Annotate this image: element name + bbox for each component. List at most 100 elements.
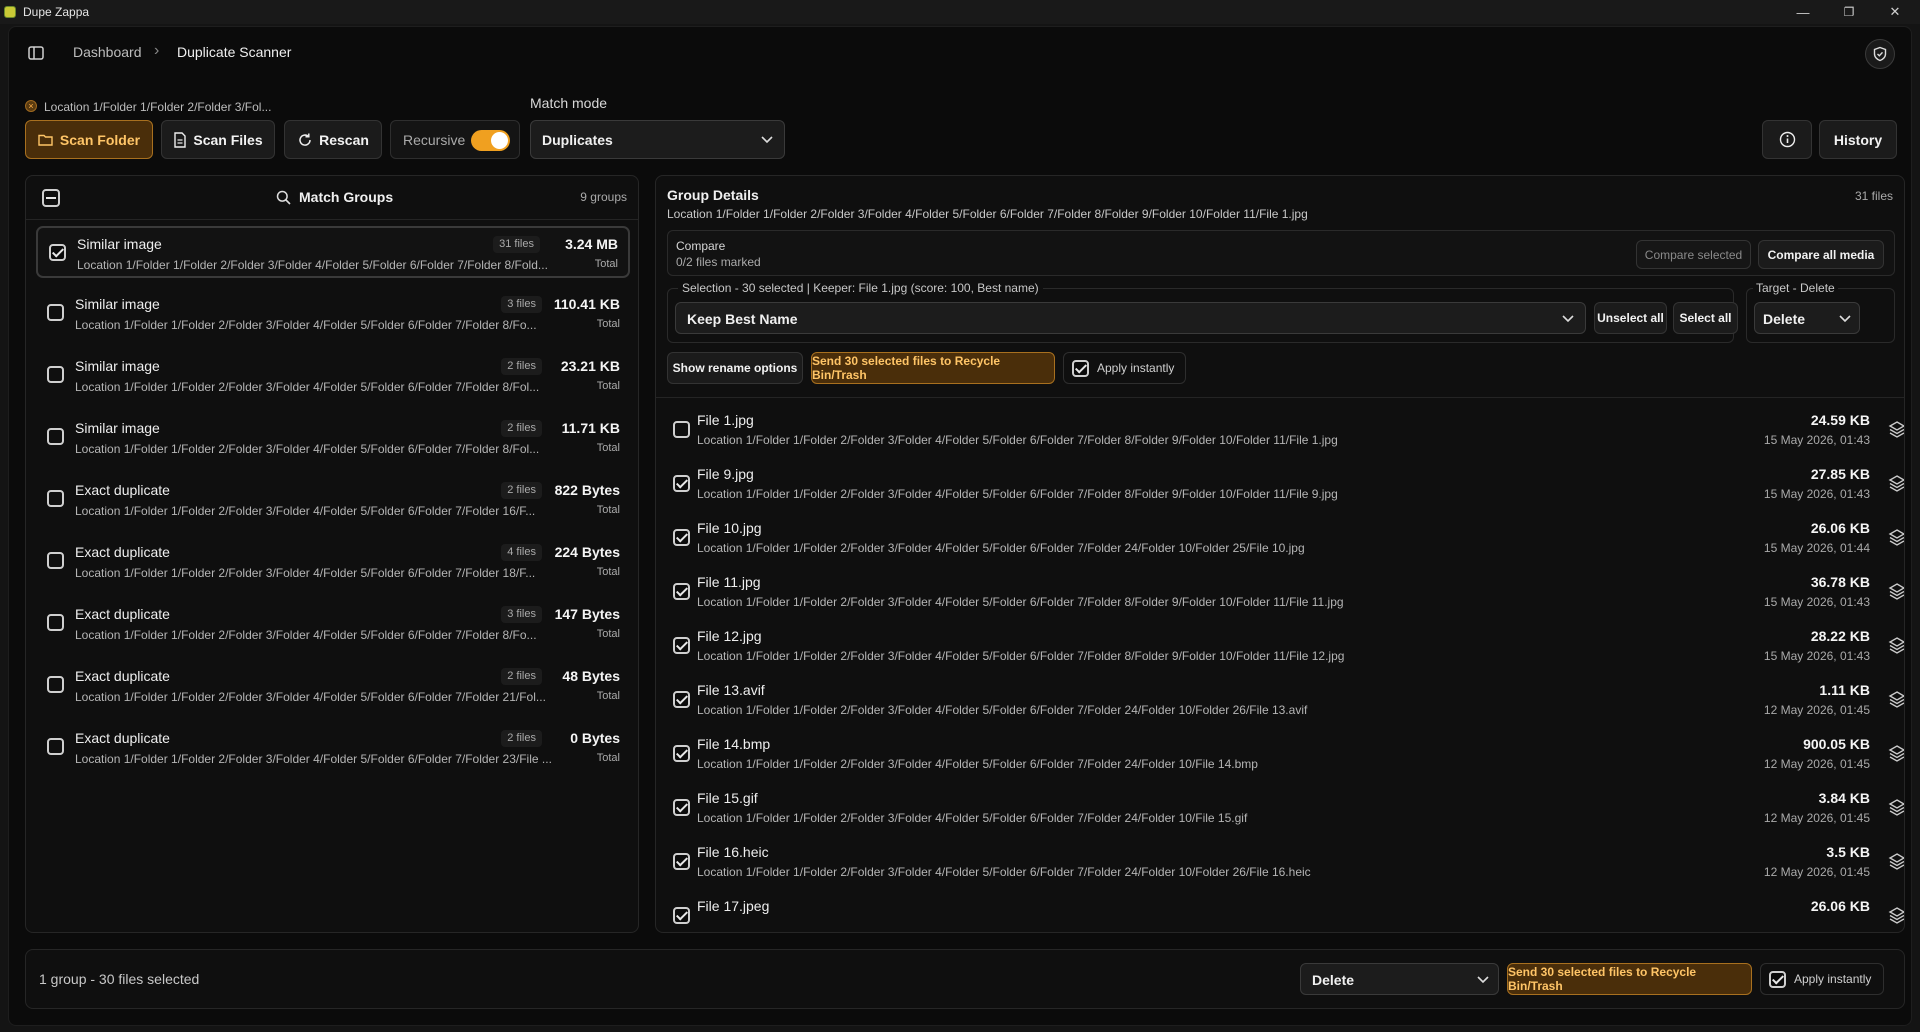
footer-apply-instantly-toggle[interactable]: Apply instantly <box>1760 963 1884 995</box>
footer-send-to-trash-button[interactable]: Send 30 selected files to Recycle Bin/Tr… <box>1507 963 1752 995</box>
match-mode-select[interactable]: Duplicates <box>530 120 785 159</box>
file-date: 15 May 2026, 01:43 <box>1763 487 1870 501</box>
group-path: Location 1/Folder 1/Folder 2/Folder 3/Fo… <box>75 566 536 580</box>
file-row[interactable]: File 11.jpg Location 1/Folder 1/Folder 2/… <box>670 566 1904 620</box>
close-window-button[interactable]: ✕ <box>1872 0 1918 24</box>
layers-icon[interactable] <box>1887 743 1905 763</box>
file-checkbox[interactable] <box>673 583 690 600</box>
target-label: Target - Delete <box>1753 281 1838 295</box>
footer-apply-instantly-checkbox[interactable] <box>1769 971 1786 988</box>
breadcrumb-dashboard[interactable]: Dashboard <box>73 44 142 60</box>
group-checkbox[interactable] <box>47 490 64 507</box>
file-row[interactable]: File 17.jpeg 26.06 KB <box>670 890 1904 932</box>
footer-bar: 1 group - 30 files selected Delete Send … <box>25 949 1905 1009</box>
file-row[interactable]: File 16.heic Location 1/Folder 1/Folder 2… <box>670 836 1904 890</box>
file-text-icon <box>174 131 187 148</box>
layers-icon[interactable] <box>1887 419 1905 439</box>
target-select[interactable]: Delete <box>1754 302 1860 334</box>
unselect-all-button[interactable]: Unselect all <box>1594 302 1667 334</box>
compare-all-media-button[interactable]: Compare all media <box>1758 240 1884 269</box>
file-name: File 16.heic <box>697 844 769 860</box>
app-window: Dashboard › Duplicate Scanner × Location… <box>8 26 1912 1026</box>
group-checkbox[interactable] <box>47 304 64 321</box>
file-row[interactable]: File 15.gif Location 1/Folder 1/Folder 2/… <box>670 782 1904 836</box>
file-checkbox[interactable] <box>673 421 690 438</box>
layers-icon[interactable] <box>1887 689 1905 709</box>
file-name: File 14.bmp <box>697 736 771 752</box>
group-path: Location 1/Folder 1/Folder 2/Folder 3/Fo… <box>75 752 552 766</box>
restore-button[interactable]: ❐ <box>1826 0 1872 24</box>
match-group-row[interactable]: Similar image 2 files 23.21 KB Location 1/F… <box>36 350 630 402</box>
group-file-count: 3 files <box>501 606 542 623</box>
file-checkbox[interactable] <box>673 475 690 492</box>
select-all-groups-checkbox[interactable] <box>42 189 60 207</box>
compare-label: Compare <box>676 239 726 253</box>
layers-icon[interactable] <box>1887 527 1905 547</box>
footer-target-select[interactable]: Delete <box>1300 963 1499 995</box>
rescan-button[interactable]: Rescan <box>284 120 382 159</box>
file-checkbox[interactable] <box>673 853 690 870</box>
match-group-row[interactable]: Exact duplicate 4 files 224 Bytes Location … <box>36 536 630 588</box>
file-checkbox[interactable] <box>673 907 690 924</box>
file-row[interactable]: File 12.jpg Location 1/Folder 1/Folder 2/… <box>670 620 1904 674</box>
layers-icon[interactable] <box>1887 473 1905 493</box>
file-name: File 9.jpg <box>697 466 754 482</box>
info-button[interactable] <box>1762 120 1812 159</box>
group-checkbox[interactable] <box>47 366 64 383</box>
match-group-row[interactable]: Similar image 2 files 11.71 KB Location 1/F… <box>36 412 630 464</box>
file-checkbox[interactable] <box>673 745 690 762</box>
scan-files-button[interactable]: Scan Files <box>161 120 275 159</box>
keeper-strategy-select[interactable]: Keep Best Name <box>675 302 1586 334</box>
file-path: Location 1/Folder 1/Folder 2/Folder 3/Fo… <box>697 541 1305 555</box>
layers-icon[interactable] <box>1887 581 1905 601</box>
match-group-row[interactable]: Exact duplicate 3 files 147 Bytes Location … <box>36 598 630 650</box>
layers-icon[interactable] <box>1887 905 1905 925</box>
shield-button[interactable] <box>1865 39 1895 69</box>
file-row[interactable]: File 13.avif Location 1/Folder 1/Folder 2… <box>670 674 1904 728</box>
clear-location-icon[interactable]: × <box>25 100 37 112</box>
match-group-row[interactable]: Similar image 3 files 110.41 KB Location 1/… <box>36 288 630 340</box>
layers-icon[interactable] <box>1887 635 1905 655</box>
group-checkbox[interactable] <box>47 552 64 569</box>
group-path: Location 1/Folder 1/Folder 2/Folder 3/Fo… <box>75 628 537 642</box>
minimize-button[interactable]: — <box>1780 0 1826 24</box>
scan-folder-button[interactable]: Scan Folder <box>25 120 153 159</box>
match-group-row[interactable]: Similar image 31 files 3.24 MB Location 1/F… <box>36 226 630 278</box>
group-total-label: Total <box>596 628 620 640</box>
select-all-button[interactable]: Select all <box>1673 302 1738 334</box>
history-button[interactable]: History <box>1819 120 1897 159</box>
group-title: Exact duplicate <box>75 482 170 498</box>
file-row[interactable]: File 10.jpg Location 1/Folder 1/Folder 2/… <box>670 512 1904 566</box>
match-group-row[interactable]: Exact duplicate 2 files 822 Bytes Location … <box>36 474 630 526</box>
group-checkbox[interactable] <box>47 614 64 631</box>
match-group-row[interactable]: Exact duplicate 2 files 48 Bytes Location 1… <box>36 660 630 712</box>
file-checkbox[interactable] <box>673 529 690 546</box>
recursive-toggle[interactable] <box>471 130 510 151</box>
group-size: 110.41 KB <box>553 296 620 312</box>
file-checkbox[interactable] <box>673 799 690 816</box>
group-checkbox[interactable] <box>49 244 66 261</box>
match-group-row[interactable]: Exact duplicate 2 files 0 Bytes Location 1/… <box>36 722 630 774</box>
file-row[interactable]: File 9.jpg Location 1/Folder 1/Folder 2/F… <box>670 458 1904 512</box>
apply-instantly-toggle[interactable]: Apply instantly <box>1063 352 1186 384</box>
file-date: 15 May 2026, 01:43 <box>1763 649 1870 663</box>
file-row[interactable]: File 14.bmp Location 1/Folder 1/Folder 2/… <box>670 728 1904 782</box>
send-to-trash-button[interactable]: Send 30 selected files to Recycle Bin/Tr… <box>811 352 1055 384</box>
file-date: 12 May 2026, 01:45 <box>1763 703 1870 717</box>
group-title: Exact duplicate <box>75 606 170 622</box>
file-checkbox[interactable] <box>673 637 690 654</box>
group-checkbox[interactable] <box>47 676 64 693</box>
sidebar-toggle-icon[interactable] <box>27 44 45 62</box>
file-row[interactable]: File 1.jpg Location 1/Folder 1/Folder 2/F… <box>670 404 1904 458</box>
show-rename-options-button[interactable]: Show rename options <box>667 352 803 384</box>
file-checkbox[interactable] <box>673 691 690 708</box>
group-checkbox[interactable] <box>47 428 64 445</box>
layers-icon[interactable] <box>1887 797 1905 817</box>
group-size: 147 Bytes <box>554 606 620 622</box>
group-size: 48 Bytes <box>562 668 620 684</box>
search-icon[interactable] <box>276 190 291 205</box>
compare-selected-button[interactable]: Compare selected <box>1636 240 1751 269</box>
group-checkbox[interactable] <box>47 738 64 755</box>
apply-instantly-checkbox[interactable] <box>1072 360 1089 377</box>
layers-icon[interactable] <box>1887 851 1905 871</box>
